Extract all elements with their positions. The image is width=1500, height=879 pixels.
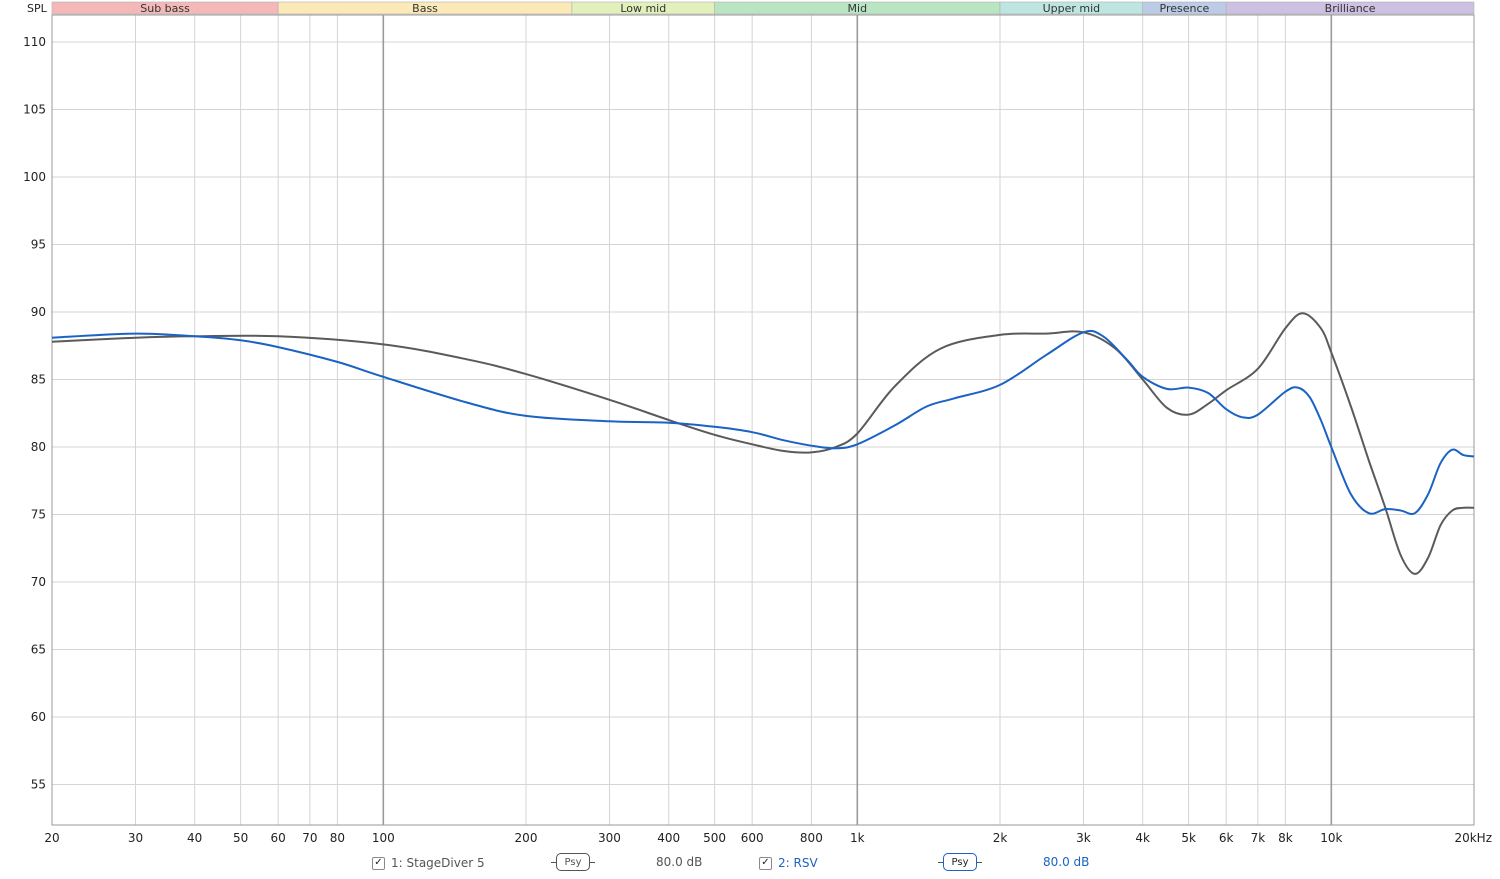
psy-label: Psy bbox=[564, 856, 582, 868]
x-tick-label: 100 bbox=[372, 831, 395, 845]
x-tick-label: 20 bbox=[44, 831, 59, 845]
grid bbox=[52, 15, 1474, 825]
psy-button-rsv[interactable]: Psy bbox=[938, 853, 982, 871]
y-tick-label: 55 bbox=[31, 778, 46, 792]
band-label: Low mid bbox=[620, 2, 666, 15]
y-axis-label: SPL bbox=[27, 2, 48, 15]
x-tick-label: 80 bbox=[330, 831, 345, 845]
band-label: Bass bbox=[412, 2, 438, 15]
y-tick-label: 80 bbox=[31, 440, 46, 454]
series-line-1 bbox=[51, 312, 1475, 575]
plot-frame bbox=[51, 14, 1475, 826]
psy-button-stagediver[interactable]: Psy bbox=[551, 853, 595, 871]
y-tick-label: 90 bbox=[31, 305, 46, 319]
x-tick-label: 500 bbox=[703, 831, 726, 845]
band-label: Upper mid bbox=[1043, 2, 1101, 15]
y-tick-label: 100 bbox=[23, 170, 46, 184]
x-tick-label: 30 bbox=[128, 831, 143, 845]
legend-item-rsv[interactable]: ✓ 2: RSV bbox=[759, 852, 818, 874]
x-tick-label: 4k bbox=[1135, 831, 1150, 845]
x-tick-label: 10k bbox=[1320, 831, 1342, 845]
x-tick-label: 5k bbox=[1181, 831, 1196, 845]
legend-label-rsv: 2: RSV bbox=[778, 856, 818, 870]
y-tick-label: 85 bbox=[31, 373, 46, 387]
frequency-response-chart: Sub bass Bass Low mid Mid Upper mid Presence B… bbox=[23, 1, 1492, 845]
y-tick-label: 70 bbox=[31, 575, 46, 589]
x-tick-label: 6k bbox=[1219, 831, 1234, 845]
x-tick-label: 1k bbox=[850, 831, 865, 845]
series bbox=[51, 312, 1475, 575]
x-tick-label: 800 bbox=[800, 831, 823, 845]
x-tick-label: 2k bbox=[993, 831, 1008, 845]
x-tick-label: 200 bbox=[515, 831, 538, 845]
y-tick-label: 75 bbox=[31, 508, 46, 522]
x-tick-label: 3k bbox=[1076, 831, 1091, 845]
legend-item-stagediver[interactable]: ✓ 1: StageDiver 5 bbox=[372, 852, 485, 874]
x-tick-label: 70 bbox=[302, 831, 317, 845]
x-tick-label: 60 bbox=[271, 831, 286, 845]
band-label: Sub bass bbox=[140, 2, 190, 15]
x-tick-label: 300 bbox=[598, 831, 621, 845]
band-label: Brilliance bbox=[1325, 2, 1376, 15]
checkbox-rsv[interactable]: ✓ bbox=[759, 856, 772, 870]
x-tick-label: 400 bbox=[657, 831, 680, 845]
y-tick-label: 110 bbox=[23, 35, 46, 49]
psy-label: Psy bbox=[951, 856, 969, 868]
y-tick-label: 95 bbox=[31, 238, 46, 252]
axes: 55 60 65 70 75 80 85 90 95 100 105 110 20 30 40 50 60 70 8… bbox=[23, 35, 1492, 845]
band-label: Mid bbox=[848, 2, 868, 15]
x-tick-label: 7k bbox=[1251, 831, 1266, 845]
x-tick-label: 8k bbox=[1278, 831, 1293, 845]
y-tick-label: 105 bbox=[23, 103, 46, 117]
x-tick-label: 50 bbox=[233, 831, 248, 845]
y-tick-label: 65 bbox=[31, 643, 46, 657]
y-tick-label: 60 bbox=[31, 710, 46, 724]
level-rsv[interactable]: 80.0 dB bbox=[1043, 855, 1089, 869]
level-stagediver[interactable]: 80.0 dB bbox=[656, 855, 702, 869]
x-tick-label: 600 bbox=[741, 831, 764, 845]
band-label: Presence bbox=[1160, 2, 1210, 15]
series-line-2 bbox=[51, 329, 1475, 515]
band-strip: Sub bass Bass Low mid Mid Upper mid Presence B… bbox=[51, 1, 1475, 15]
x-tick-label: 20kHz bbox=[1454, 831, 1492, 845]
x-tick-label: 40 bbox=[187, 831, 202, 845]
checkbox-stagediver[interactable]: ✓ bbox=[372, 856, 385, 870]
legend-label-stagediver: 1: StageDiver 5 bbox=[391, 856, 485, 870]
